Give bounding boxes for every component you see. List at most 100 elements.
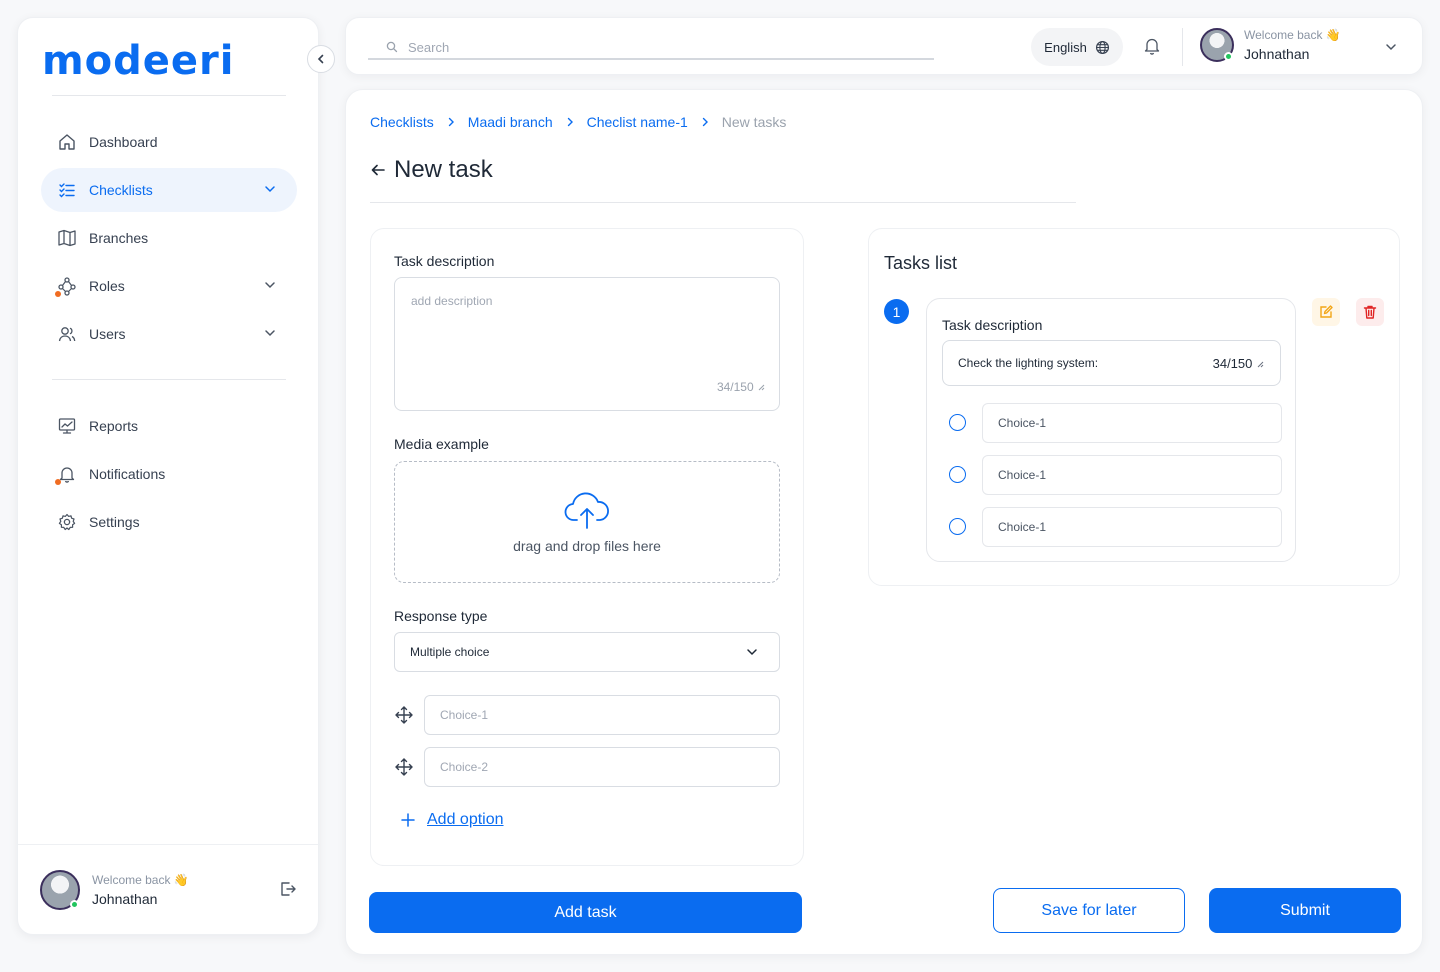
trash-icon	[1363, 305, 1377, 319]
chevron-right-icon	[700, 117, 710, 127]
brand-logo[interactable]: modeeri	[42, 38, 235, 84]
sidebar-item-notifications[interactable]: Notifications	[41, 452, 297, 496]
search-input[interactable]	[408, 39, 908, 55]
online-status	[1224, 52, 1233, 61]
page-title: New task	[370, 156, 493, 184]
radio-button[interactable]	[949, 466, 966, 483]
sidebar-item-label: Settings	[89, 514, 140, 530]
users-icon	[57, 324, 77, 344]
sidebar-item-users[interactable]: Users	[41, 312, 297, 356]
chevron-down-icon	[265, 186, 275, 193]
page-title-text: New task	[394, 156, 493, 183]
chevron-right-icon	[565, 117, 575, 127]
choice-input[interactable]	[424, 747, 780, 787]
topbar: English Welcome back 👋 Johnathan	[345, 17, 1423, 75]
task-description-label: Task description	[394, 253, 495, 269]
avatar[interactable]	[40, 869, 80, 910]
dropzone-text: drag and drop files here	[513, 538, 661, 554]
topbar-divider	[1182, 28, 1183, 66]
task-number-badge: 1	[884, 299, 909, 324]
resize-icon	[1257, 361, 1264, 367]
sidebar-user: Welcome back 👋 Johnathan	[18, 844, 320, 934]
sidebar-item-label: Users	[89, 326, 126, 342]
add-task-button[interactable]: Add task	[369, 892, 802, 933]
task-description-placeholder: add description	[411, 294, 493, 308]
task-item: Task description Check the lighting syst…	[926, 298, 1296, 562]
breadcrumb-link-checklists[interactable]: Checklists	[370, 114, 434, 130]
radio-button[interactable]	[949, 414, 966, 431]
home-icon	[57, 132, 77, 152]
choice-row	[394, 695, 780, 735]
choice-row	[394, 747, 780, 787]
back-arrow-icon[interactable]	[370, 162, 386, 178]
breadcrumb-current: New tasks	[721, 114, 787, 130]
drag-handle-icon[interactable]	[394, 757, 414, 777]
tasks-list: Tasks list 1 Task description Check the …	[868, 228, 1400, 586]
task-option-text: Choice-1	[982, 403, 1282, 443]
chevron-down-icon	[265, 330, 275, 337]
bell-icon	[55, 464, 77, 485]
chevron-down-icon	[747, 649, 757, 656]
task-option-text: Choice-1	[982, 507, 1282, 547]
roles-icon	[55, 276, 77, 297]
map-icon	[57, 228, 77, 248]
title-divider	[370, 202, 1076, 203]
chevron-down-icon[interactable]	[1384, 40, 1398, 59]
task-item-description[interactable]: Check the lighting system: 34/150	[942, 340, 1281, 386]
sidebar-item-checklists[interactable]: Checklists	[41, 168, 297, 212]
submit-button[interactable]: Submit	[1209, 888, 1401, 933]
edit-task-button[interactable]	[1312, 298, 1340, 326]
sidebar-item-reports[interactable]: Reports	[41, 404, 297, 448]
sidebar-item-roles[interactable]: Roles	[41, 264, 297, 308]
language-label: English	[1044, 39, 1087, 55]
checklist-icon	[57, 180, 77, 200]
sidebar-divider	[52, 95, 286, 96]
welcome-text: Welcome back 👋	[92, 872, 189, 887]
avatar	[1200, 28, 1234, 62]
choice-input[interactable]	[424, 695, 780, 735]
sidebar-item-branches[interactable]: Branches	[41, 216, 297, 260]
user-name: Johnathan	[92, 890, 158, 907]
gear-icon	[57, 512, 77, 532]
edit-icon	[1320, 305, 1333, 318]
add-option-label: Add option	[427, 811, 504, 828]
task-item-description-text: Check the lighting system:	[958, 356, 1099, 370]
sidebar-item-label: Roles	[89, 278, 125, 294]
file-dropzone[interactable]: drag and drop files here	[394, 461, 780, 583]
resize-icon	[758, 384, 765, 391]
sidebar-item-label: Branches	[89, 230, 149, 246]
sidebar-item-label: Dashboard	[89, 134, 158, 150]
task-option-text: Choice-1	[982, 455, 1282, 495]
add-option-button[interactable]: Add option	[401, 811, 504, 829]
logout-icon[interactable]	[278, 879, 298, 904]
sidebar: modeeri Dashboard Checklists Branches Ro…	[17, 17, 335, 935]
search-bar	[368, 36, 934, 60]
search-icon	[386, 41, 398, 53]
save-for-later-button[interactable]: Save for later	[993, 888, 1185, 933]
radio-button[interactable]	[949, 518, 966, 535]
media-example-label: Media example	[394, 436, 489, 452]
response-type-select[interactable]: Multiple choice	[394, 632, 780, 672]
tasks-list-title: Tasks list	[884, 253, 958, 273]
character-counter: 34/150	[717, 380, 765, 394]
task-description-textarea[interactable]: add description 34/150	[394, 277, 780, 411]
task-item-label: Task description	[942, 317, 1043, 333]
online-status	[70, 899, 79, 909]
delete-task-button[interactable]	[1356, 298, 1384, 326]
breadcrumb-link-branch[interactable]: Maadi branch	[468, 114, 553, 130]
character-counter: 34/150	[1213, 356, 1264, 371]
plus-icon	[401, 813, 415, 827]
language-selector[interactable]: English	[1031, 28, 1123, 66]
sidebar-item-dashboard[interactable]: Dashboard	[41, 120, 297, 164]
bell-icon[interactable]	[1143, 36, 1161, 61]
task-option: Choice-1	[942, 455, 1282, 495]
collapse-sidebar-button[interactable]	[307, 45, 335, 73]
sidebar-item-settings[interactable]: Settings	[41, 500, 297, 544]
response-type-label: Response type	[394, 608, 488, 624]
drag-handle-icon[interactable]	[394, 705, 414, 725]
chevron-left-icon	[317, 54, 324, 64]
topbar-user[interactable]: Welcome back 👋 Johnathan	[1200, 28, 1341, 62]
breadcrumb-link-checklist[interactable]: Checlist name-1	[587, 114, 688, 130]
task-option: Choice-1	[942, 507, 1282, 547]
main-content: Checklists Maadi branch Checlist name-1 …	[345, 89, 1423, 955]
